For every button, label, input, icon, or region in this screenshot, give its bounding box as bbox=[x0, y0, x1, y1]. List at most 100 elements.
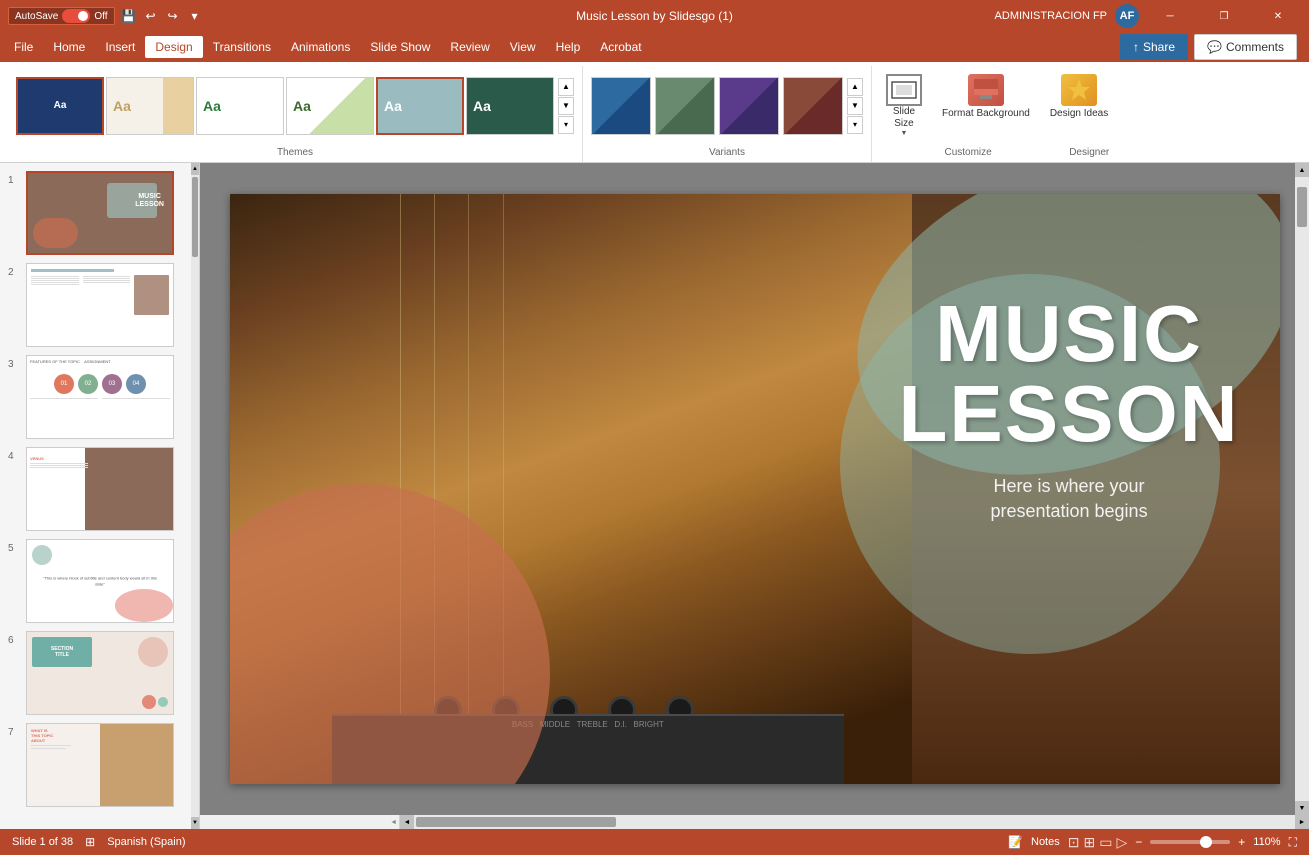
slide-size-icon bbox=[886, 74, 922, 106]
format-background-label: Format Background bbox=[942, 108, 1030, 120]
slide-num-3: 3 bbox=[8, 355, 20, 370]
slide-thumb-6[interactable]: 6 SECTIONTITLE bbox=[8, 631, 183, 715]
theme-item-4[interactable]: Aa bbox=[286, 77, 374, 135]
menu-file[interactable]: File bbox=[4, 36, 43, 58]
canvas-scroll-area[interactable]: ▲ ▼ bbox=[200, 163, 1309, 815]
autosave-toggle[interactable] bbox=[62, 9, 90, 23]
menu-review[interactable]: Review bbox=[440, 36, 499, 58]
slide-size-button[interactable]: SlideSize ▼ bbox=[880, 70, 928, 141]
hscroll-thumb bbox=[416, 817, 616, 827]
slide-thumb-4[interactable]: 4 VENUS bbox=[8, 447, 183, 531]
design-ideas-button[interactable]: Design Ideas bbox=[1044, 70, 1114, 124]
statusbar-left: Slide 1 of 38 ⊞ Spanish (Spain) bbox=[12, 835, 186, 849]
variant-2[interactable] bbox=[655, 77, 715, 135]
slide-thumb-5[interactable]: 5 "This is where block of subtitle and c… bbox=[8, 539, 183, 623]
slide-layout-icon[interactable]: ⊞ bbox=[85, 835, 95, 849]
share-button[interactable]: ↑ Share bbox=[1120, 34, 1188, 60]
undo-icon[interactable]: ↩ bbox=[143, 8, 159, 24]
scroll-down-icon[interactable]: ▼ bbox=[558, 97, 574, 115]
slideshow-btn[interactable]: ▷ bbox=[1116, 834, 1127, 851]
menu-animations[interactable]: Animations bbox=[281, 36, 360, 58]
themes-gallery: Aa Aa Aa bbox=[16, 77, 554, 135]
minimize-button[interactable]: ─ bbox=[1147, 0, 1193, 32]
scroll-up-icon[interactable]: ▲ bbox=[558, 78, 574, 96]
variants-scroll-down[interactable]: ▼ bbox=[847, 97, 863, 115]
notes-icon[interactable]: 📝 bbox=[1008, 835, 1023, 849]
design-ideas-label: Design Ideas bbox=[1050, 108, 1108, 120]
menu-insert[interactable]: Insert bbox=[95, 36, 145, 58]
reading-view-btn[interactable]: ▭ bbox=[1099, 834, 1112, 851]
menu-acrobat[interactable]: Acrobat bbox=[590, 36, 651, 58]
menu-view[interactable]: View bbox=[500, 36, 546, 58]
scroll-more-icon[interactable]: ▾ bbox=[558, 116, 574, 134]
canvas-scroll-up[interactable]: ▲ bbox=[1295, 163, 1309, 177]
slide-title-block: MUSIC LESSON Here is where yourpresentat… bbox=[899, 294, 1240, 524]
designer-label: Designer bbox=[1064, 145, 1114, 162]
format-background-button[interactable]: Format Background bbox=[936, 70, 1036, 124]
normal-view-btn[interactable]: ⊡ bbox=[1068, 834, 1080, 851]
theme1-label: Aa bbox=[54, 100, 67, 111]
customize-qat-icon[interactable]: ▾ bbox=[187, 8, 203, 24]
share-label: Share bbox=[1143, 40, 1175, 54]
hscroll-prev[interactable]: ◄ bbox=[400, 815, 414, 829]
format-background-icon bbox=[968, 74, 1004, 106]
slide-panel-scrollbar[interactable]: ▲ ▼ bbox=[191, 163, 199, 829]
canvas-scroll-down[interactable]: ▼ bbox=[1295, 801, 1309, 815]
slide-sorter-btn[interactable]: ⊞ bbox=[1083, 834, 1095, 851]
theme-item-3[interactable]: Aa bbox=[196, 77, 284, 135]
user-avatar[interactable]: AF bbox=[1115, 4, 1139, 28]
redo-icon[interactable]: ↪ bbox=[165, 8, 181, 24]
restore-button[interactable]: ❐ bbox=[1201, 0, 1247, 32]
canvas-vscrollbar[interactable]: ▲ ▼ bbox=[1295, 163, 1309, 815]
menu-home[interactable]: Home bbox=[43, 36, 95, 58]
slide-thumb-3[interactable]: 3 FEATURES OF THE TOPIC ASSIGNMENT 01 02… bbox=[8, 355, 183, 439]
panel-scroll-up[interactable]: ▲ bbox=[191, 163, 199, 175]
menu-slideshow[interactable]: Slide Show bbox=[360, 36, 440, 58]
ribbon-content: Aa Aa Aa bbox=[0, 62, 1309, 162]
zoom-slider[interactable] bbox=[1150, 840, 1230, 844]
theme-item-6[interactable]: Aa bbox=[466, 77, 554, 135]
fit-slide-icon[interactable]: ⛶ bbox=[1289, 835, 1297, 850]
hscroll-left-btn[interactable]: ◄ bbox=[388, 819, 399, 826]
themes-label: Themes bbox=[16, 145, 574, 162]
slide-thumb-2[interactable]: 2 bbox=[8, 263, 183, 347]
bottom-scrollbar[interactable]: ◄ ◄ ► bbox=[200, 815, 1309, 829]
slide-preview-7: WHAT ISTHIS TOPICABOUT bbox=[26, 723, 174, 807]
comments-button[interactable]: 💬 Comments bbox=[1194, 34, 1297, 60]
canvas-scroll-thumb bbox=[1297, 187, 1307, 227]
slide-count: Slide 1 of 38 bbox=[12, 836, 73, 848]
close-button[interactable]: ✕ bbox=[1255, 0, 1301, 32]
variant-1[interactable] bbox=[591, 77, 651, 135]
theme-item-5[interactable]: Aa bbox=[376, 77, 464, 135]
slide-thumb-7[interactable]: 7 WHAT ISTHIS TOPICABOUT bbox=[8, 723, 183, 807]
variants-scroll-up[interactable]: ▲ bbox=[847, 78, 863, 96]
canvas-scroll-track bbox=[1295, 177, 1309, 801]
variants-scroll-more[interactable]: ▾ bbox=[847, 116, 863, 134]
zoom-in-icon[interactable]: + bbox=[1238, 835, 1245, 849]
variants-label: Variants bbox=[591, 145, 863, 162]
variants-scroll: ▲ ▼ ▾ bbox=[847, 78, 863, 134]
menu-design[interactable]: Design bbox=[145, 36, 202, 58]
zoom-out-icon[interactable]: − bbox=[1135, 835, 1142, 849]
window-title: Music Lesson by Slidesgo (1) bbox=[576, 9, 733, 23]
zoom-level: 110% bbox=[1253, 836, 1280, 848]
panel-scroll-down[interactable]: ▼ bbox=[191, 817, 199, 829]
variant-4[interactable] bbox=[783, 77, 843, 135]
variants-section: ▲ ▼ ▾ Variants bbox=[583, 66, 872, 162]
menu-transitions[interactable]: Transitions bbox=[203, 36, 281, 58]
variant-3[interactable] bbox=[719, 77, 779, 135]
theme-item-1[interactable]: Aa bbox=[16, 77, 104, 135]
share-icon: ↑ bbox=[1133, 40, 1139, 54]
main-slide-canvas[interactable]: BASS MIDDLE TREBLE D.I. BRIGHT bbox=[230, 194, 1280, 784]
slide-num-5: 5 bbox=[8, 539, 20, 554]
autosave-label: AutoSave bbox=[15, 11, 58, 22]
statusbar-right: 📝 Notes ⊡ ⊞ ▭ ▷ − + 110% ⛶ bbox=[1008, 834, 1297, 851]
save-icon[interactable]: 💾 bbox=[121, 8, 137, 24]
theme-item-2[interactable]: Aa bbox=[106, 77, 194, 135]
design-ideas-icon bbox=[1061, 74, 1097, 106]
slide-thumb-1[interactable]: 1 MUSICLESSON bbox=[8, 171, 183, 255]
slide-num-6: 6 bbox=[8, 631, 20, 646]
canvas-inner: ▲ ▼ bbox=[200, 163, 1309, 815]
hscroll-next[interactable]: ► bbox=[1295, 815, 1309, 829]
menu-help[interactable]: Help bbox=[546, 36, 591, 58]
